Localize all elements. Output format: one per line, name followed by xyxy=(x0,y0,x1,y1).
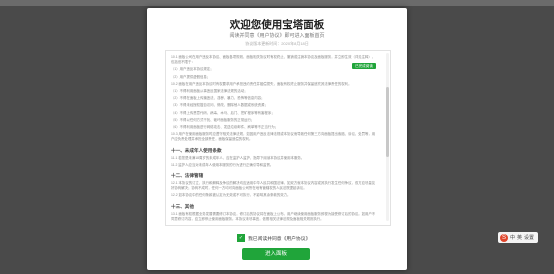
agreement-paragraph: （6）不得利用面板进行网络攻击、发送垃圾邮件、刷单等不正当行为； xyxy=(171,125,278,130)
other-paragraph: 13.1 面板有权根据业务发展需要修订本协议，修订后的协议将在面板上公布，用户继… xyxy=(171,211,376,221)
enter-panel-button[interactable]: 进入面板 xyxy=(242,248,310,260)
section-title-minors: 十一、未成年人使用条款 xyxy=(171,147,222,153)
section-title-jurisdiction: 十二、法律管辖 xyxy=(171,173,204,179)
tray-item-2[interactable]: 设置 xyxy=(524,234,534,241)
agreement-update-date: 协议版本更新时间：2020年8月18日 xyxy=(245,41,309,46)
agreement-paragraph: 10.2 面板在用户违反本协议时有权要求用户承担违约责任并赔偿损失，面板有权终止… xyxy=(171,81,352,86)
modal-title: 欢迎您使用宝塔面板 xyxy=(229,19,325,31)
tray-item-1[interactable]: 英 xyxy=(517,234,522,241)
jurisdiction-paragraph: 12.2 如本协议中的任何条款被认定为无效或不可执行，不影响其余条款的效力。 xyxy=(171,193,291,198)
tray-item-0[interactable]: 中 xyxy=(510,234,515,241)
welcome-modal: 欢迎您使用宝塔面板 阅读并同意《用户协议》即可进入面板首页 协议版本更新时间：2… xyxy=(147,8,407,270)
agreement-paragraph: （1）用户违反本协议规定； xyxy=(171,67,214,72)
minors-paragraph: 11.1 若您是未满18周岁的未成年人，应在监护人监护、指导下阅读本协议并使用本… xyxy=(171,155,305,160)
agreement-paragraph: （2）用户提供虚假信息； xyxy=(171,74,211,79)
scrollbar-thumb[interactable] xyxy=(386,87,389,157)
jurisdiction-paragraph: 12.1 本协议的订立、执行和解释及争议的解决均应适用中华人民共和国法律。如双方… xyxy=(171,181,376,191)
agreement-scrollbar[interactable] xyxy=(386,53,389,221)
minors-paragraph: 11.2 监护人应当对未成年人使用本服务的行为进行正确引导和监督。 xyxy=(171,162,274,167)
page-backdrop-strip xyxy=(0,0,554,6)
input-method-icon[interactable]: S xyxy=(500,233,508,242)
agree-label[interactable]: 我已阅读并同意《用户协议》 xyxy=(248,235,310,242)
agreement-paragraph: （1）不得利用面板从事违反国家法律法规的活动； xyxy=(171,89,248,94)
agree-checkbox[interactable]: ✓ xyxy=(237,234,245,242)
agreement-content: 10.1 面板公司在用户违反本协议、面板各项规则、面板相关协议时有权终止、撤销或… xyxy=(171,55,378,224)
agreement-paragraph: （2）不得在面板上传播违法、淫秽、暴力、恐怖等信息内容； xyxy=(171,96,265,101)
modal-subtitle: 阅读并同意《用户协议》即可进入面板首页 xyxy=(229,33,325,39)
agree-checkbox-row[interactable]: ✓ 我已阅读并同意《用户协议》 xyxy=(237,234,310,242)
agreement-paragraph: 10.3 用户在使用面板服务时应遵守相关法律法规，如因用户违反法律法规或本协议而… xyxy=(171,132,376,142)
agreement-paragraph: （5）不得以任何方式干扰、破坏面板服务的正常运行； xyxy=(171,117,255,122)
read-status-badge: 已完成阅读 xyxy=(352,63,376,69)
system-tray: S 中 英 设置 xyxy=(498,232,539,243)
agreement-paragraph: 10.1 面板公司在用户违反本协议、面板各项规则、面板相关协议时有权终止、撤销或… xyxy=(171,55,376,65)
agreement-paragraph: （4）不得上传恶意代码、病毒、木马、后门、挖矿程序等有害程序； xyxy=(171,110,275,115)
section-title-other: 十三、其他 xyxy=(171,203,194,209)
agreement-paragraph: （3）不得未经授权擅自访问、修改、删除他人数据或系统资源； xyxy=(171,103,268,108)
agreement-scroll-area[interactable]: 10.1 面板公司在用户违反本协议、面板各项规则、面板相关协议时有权终止、撤销或… xyxy=(165,50,391,226)
